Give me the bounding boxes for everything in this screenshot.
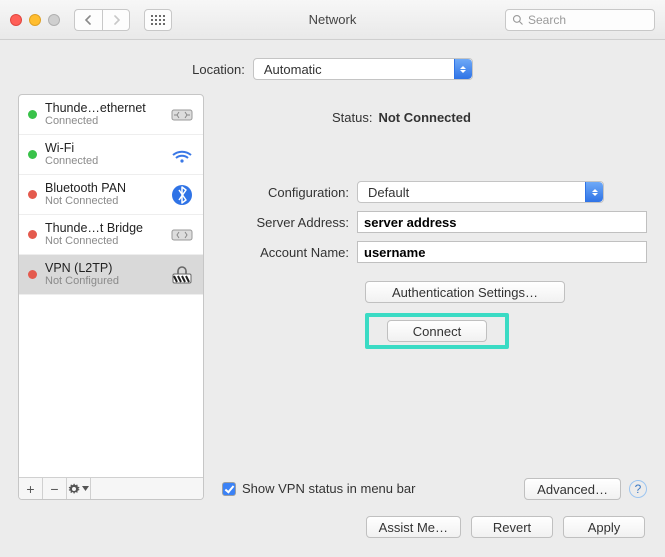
- show-vpn-status-label: Show VPN status in menu bar: [242, 481, 415, 496]
- show-all-button[interactable]: [144, 9, 172, 31]
- connect-button[interactable]: Connect: [387, 320, 487, 342]
- close-window-button[interactable]: [10, 14, 22, 26]
- location-label: Location:: [192, 62, 245, 77]
- services-sidebar: Thunde…ethernet Connected Wi-Fi Connecte…: [18, 94, 204, 500]
- status-dot-icon: [28, 190, 37, 199]
- sidebar-item-thunderbolt-bridge[interactable]: Thunde…t Bridge Not Connected: [19, 215, 203, 255]
- connect-highlight: Connect: [365, 313, 509, 349]
- location-value: Automatic: [254, 62, 332, 77]
- services-list: Thunde…ethernet Connected Wi-Fi Connecte…: [19, 95, 203, 477]
- location-row: Location: Automatic: [0, 40, 665, 94]
- sidebar-item-label: Bluetooth PAN: [45, 181, 161, 195]
- sidebar-item-status: Not Connected: [45, 235, 161, 248]
- sidebar-item-status: Not Configured: [45, 275, 161, 288]
- gear-icon: [68, 483, 80, 495]
- location-select[interactable]: Automatic: [253, 58, 473, 80]
- remove-service-button[interactable]: −: [43, 478, 67, 499]
- status-dot-icon: [28, 270, 37, 279]
- nav-buttons: [74, 9, 130, 31]
- vpn-config-form: Configuration: Default Server Address: A…: [222, 181, 647, 349]
- authentication-settings-button[interactable]: Authentication Settings…: [365, 281, 565, 303]
- add-service-button[interactable]: +: [19, 478, 43, 499]
- sidebar-item-label: VPN (L2TP): [45, 261, 161, 275]
- account-name-input[interactable]: [357, 241, 647, 263]
- back-button[interactable]: [74, 9, 102, 31]
- chevron-left-icon: [84, 15, 93, 25]
- status-dot-icon: [28, 110, 37, 119]
- vpn-lock-icon: [169, 264, 195, 286]
- server-address-label: Server Address:: [222, 215, 357, 230]
- search-icon: [512, 14, 524, 26]
- select-arrows-icon: [585, 182, 603, 202]
- configuration-label: Configuration:: [222, 185, 357, 200]
- titlebar: Network Search: [0, 0, 665, 40]
- service-detail: Status: Not Connected Configuration: Def…: [222, 94, 647, 500]
- service-actions-button[interactable]: [67, 478, 91, 499]
- assist-me-button[interactable]: Assist Me…: [366, 516, 461, 538]
- wifi-icon: [169, 144, 195, 166]
- configuration-value: Default: [358, 185, 419, 200]
- checkbox-checked-icon: [222, 482, 236, 496]
- sidebar-item-status: Connected: [45, 115, 161, 128]
- window-controls: [10, 14, 60, 26]
- advanced-button[interactable]: Advanced…: [524, 478, 621, 500]
- chevron-down-icon: [82, 486, 89, 491]
- help-button[interactable]: ?: [629, 480, 647, 498]
- search-input[interactable]: Search: [505, 9, 655, 31]
- chevron-right-icon: [112, 15, 121, 25]
- help-icon: ?: [635, 482, 642, 496]
- status-row: Status: Not Connected: [222, 94, 647, 125]
- configuration-select[interactable]: Default: [357, 181, 604, 203]
- ethernet-icon: [169, 224, 195, 246]
- sidebar-item-status: Not Connected: [45, 195, 161, 208]
- sidebar-item-vpn[interactable]: VPN (L2TP) Not Configured: [19, 255, 203, 295]
- status-label: Status:: [332, 110, 372, 125]
- status-dot-icon: [28, 150, 37, 159]
- sidebar-item-wifi[interactable]: Wi-Fi Connected: [19, 135, 203, 175]
- status-dot-icon: [28, 230, 37, 239]
- apply-button[interactable]: Apply: [563, 516, 645, 538]
- forward-button[interactable]: [102, 9, 130, 31]
- status-value: Not Connected: [378, 110, 470, 125]
- grid-icon: [151, 15, 165, 25]
- main-panel: Thunde…ethernet Connected Wi-Fi Connecte…: [0, 94, 665, 510]
- window-footer-buttons: Assist Me… Revert Apply: [0, 510, 665, 538]
- sidebar-item-status: Connected: [45, 155, 161, 168]
- ethernet-icon: [169, 104, 195, 126]
- sidebar-footer: + −: [19, 477, 203, 499]
- sidebar-item-label: Wi-Fi: [45, 141, 161, 155]
- minimize-window-button[interactable]: [29, 14, 41, 26]
- account-name-label: Account Name:: [222, 245, 357, 260]
- server-address-input[interactable]: [357, 211, 647, 233]
- sidebar-item-label: Thunde…t Bridge: [45, 221, 161, 235]
- sidebar-item-thunderbolt-ethernet[interactable]: Thunde…ethernet Connected: [19, 95, 203, 135]
- action-buttons: Authentication Settings… Connect: [365, 281, 647, 349]
- revert-button[interactable]: Revert: [471, 516, 553, 538]
- select-arrows-icon: [454, 59, 472, 79]
- sidebar-item-bluetooth-pan[interactable]: Bluetooth PAN Not Connected: [19, 175, 203, 215]
- sidebar-item-label: Thunde…ethernet: [45, 101, 161, 115]
- search-placeholder: Search: [528, 13, 566, 27]
- zoom-window-button[interactable]: [48, 14, 60, 26]
- bluetooth-icon: [169, 184, 195, 206]
